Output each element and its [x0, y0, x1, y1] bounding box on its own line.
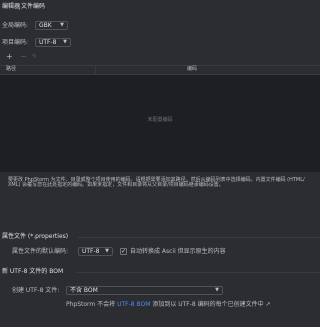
properties-section-title: 属性文件 (*.properties) — [2, 233, 69, 240]
project-encoding-select[interactable]: UTF-8 ▼ — [35, 38, 71, 47]
add-icon[interactable]: + — [6, 53, 13, 61]
chevron-down-icon: ▼ — [63, 39, 67, 45]
column-header-encoding[interactable]: 编码 — [187, 67, 197, 72]
global-encoding-value: GBK — [39, 22, 52, 29]
tab-editor[interactable]: 编辑器 — [2, 4, 20, 10]
column-header-path[interactable]: 路径 — [6, 67, 16, 72]
bom-note-prefix: PhpStorm 不会将 — [66, 301, 116, 308]
chevron-down-icon: ▼ — [215, 287, 219, 293]
table-header — [0, 65, 320, 75]
bom-link[interactable]: UTF-8 BOM — [117, 301, 150, 308]
bom-create-value: 不含 BOM — [70, 287, 98, 294]
breadcrumb-tabs: 编辑器 文件编码 — [0, 0, 320, 13]
checkmark-icon: ✓ — [121, 248, 127, 255]
properties-default-label: 属性文件的默认编码: — [12, 248, 69, 255]
section-divider — [78, 237, 320, 238]
properties-encoding-value: UTF-8 — [82, 248, 100, 255]
tab-file-encodings[interactable]: 文件编码 — [21, 4, 45, 10]
description-line: XML) 会覆写您在此处指定的编码。如果未指定，文件和目录将从父目录/项目编码继… — [8, 182, 224, 188]
bom-section-title: 新 UTF-8 文件的 BOM — [2, 268, 64, 275]
project-encoding-label: 项目编码: — [2, 39, 29, 46]
section-divider — [76, 272, 320, 273]
chevron-down-icon: ▼ — [60, 22, 64, 28]
chevron-down-icon: ▼ — [105, 248, 109, 254]
tab-separator — [19, 4, 20, 10]
mapping-table[interactable] — [0, 75, 320, 172]
column-divider — [95, 65, 96, 75]
table-empty-text: 未配置编码 — [147, 117, 173, 123]
properties-encoding-select[interactable]: UTF-8 ▼ — [78, 247, 113, 256]
transparent-ascii-label[interactable]: 自动转换成 Ascii 但显示原生的内容 — [130, 249, 226, 255]
project-encoding-value: UTF-8 — [39, 39, 57, 46]
description-text: 要更改 PhpStorm 为文件、目录或整个项目使用的编码，请根据需要添加其路径… — [8, 178, 320, 188]
global-encoding-select[interactable]: GBK ▼ — [35, 21, 68, 30]
bom-create-select[interactable]: 不含 BOM ▼ — [66, 286, 223, 295]
bom-note: PhpStorm 不会将 UTF-8 BOM 添加到以 UTF-8 编码的每个已… — [66, 302, 271, 308]
bom-note-suffix: 添加到以 UTF-8 编码的每个已创建文件中 ↗ — [152, 301, 271, 308]
transparent-ascii-checkbox[interactable]: ✓ — [120, 248, 127, 255]
bom-create-label: 创建 UTF-8 文件: — [12, 287, 60, 294]
global-encoding-label: 全局编码: — [2, 22, 29, 29]
edit-icon[interactable]: ✎ — [32, 53, 37, 61]
remove-icon[interactable]: − — [20, 53, 27, 61]
